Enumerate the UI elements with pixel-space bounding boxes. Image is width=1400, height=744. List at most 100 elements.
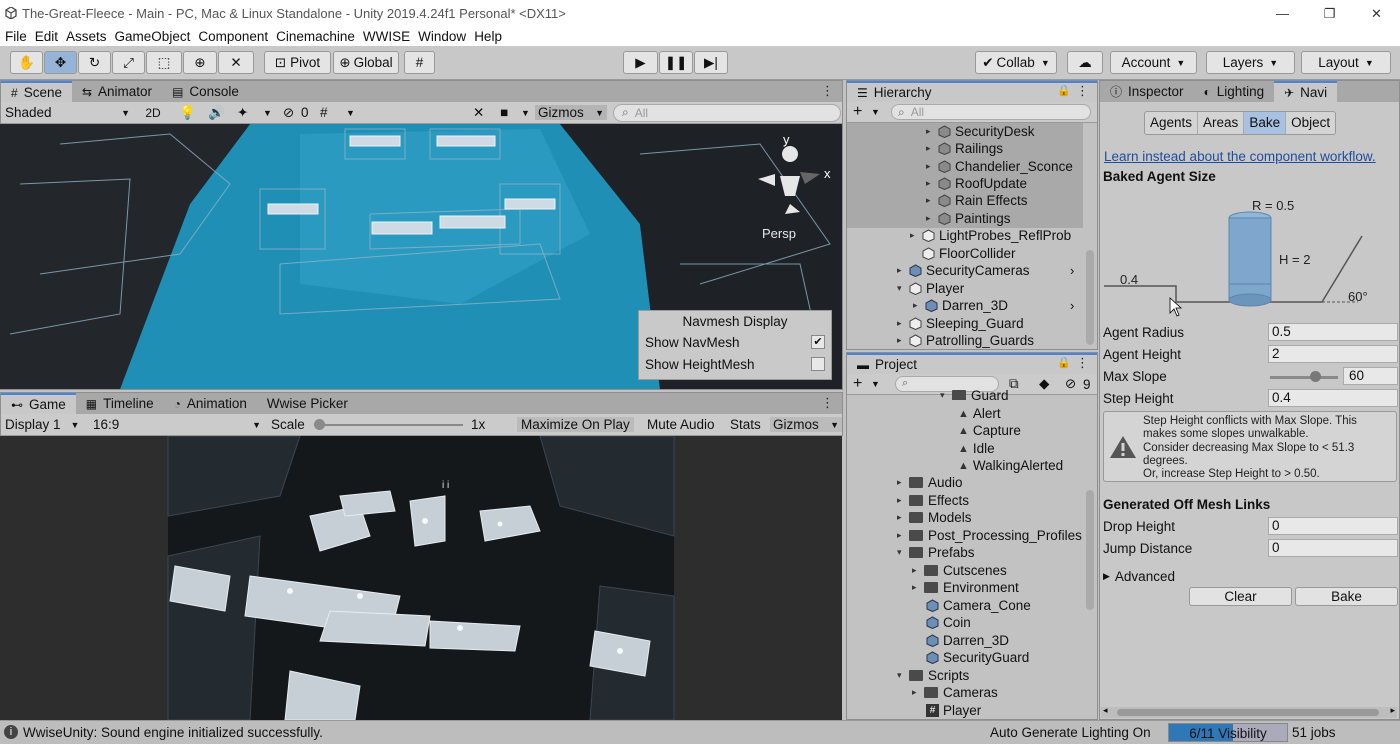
effects-toggle-icon[interactable]: ✦ [237,105,248,121]
2d-toggle[interactable]: 2D [141,106,165,120]
project-item[interactable]: ▾ Prefabs [897,544,975,561]
project-item[interactable]: ▸ Environment [912,579,1019,596]
scene-menu-icon[interactable]: ⋮ [821,83,834,99]
aspect-dropdown[interactable]: 16:9 ▼ [93,417,261,432]
menu-component[interactable]: Component [198,29,268,44]
camera-icon[interactable]: ■ [500,105,508,120]
cloud-button[interactable]: ☁ [1067,51,1103,74]
hierarchy-search-input[interactable]: ⌕ All [891,104,1091,120]
hierarchy-scrollbar[interactable] [1086,250,1094,345]
show-navmesh-checkbox[interactable]: ✔ [811,335,825,349]
menu-assets[interactable]: Assets [66,29,107,44]
tab-lighting[interactable]: ◐ Lighting [1194,81,1275,102]
project-item[interactable]: ▲ Alert [958,405,1001,422]
project-item[interactable]: ▸ Models [897,509,972,526]
hierarchy-item[interactable]: ▸ SecurityDesk [926,123,1035,140]
menu-edit[interactable]: Edit [35,29,58,44]
progress-bar[interactable]: 6/11 Visibility [1168,723,1288,742]
project-item[interactable]: ▸ Effects [897,492,969,509]
project-item[interactable]: Coin [926,614,971,631]
create-dropdown-icon[interactable]: ▼ [871,107,880,117]
create-plus-icon[interactable]: + [853,375,862,393]
show-navmesh-row[interactable]: Show NavMesh ✔ [639,331,831,353]
subtab-areas[interactable]: Areas [1197,112,1243,134]
custom-tool-button[interactable]: ✕ [218,51,254,74]
gizmos-dropdown[interactable]: Gizmos ▼ [535,105,607,120]
hierarchy-item[interactable]: ▸ Patrolling_Guards [897,332,1034,349]
tab-inspector[interactable]: ⓘ Inspector [1100,81,1194,102]
scale-slider-handle[interactable] [314,419,325,430]
project-item[interactable]: Camera_Cone [926,597,1031,614]
maximize-button[interactable]: ❐ [1306,0,1353,27]
subtab-object[interactable]: Object [1285,112,1335,134]
hierarchy-item[interactable]: ▸ Rain Effects [926,192,1028,209]
project-item[interactable]: SecurityGuard [926,649,1029,666]
game-gizmos-dropdown[interactable]: Gizmos ▼ [770,417,842,432]
camera-dropdown-icon[interactable]: ▼ [521,108,530,118]
hierarchy-item[interactable]: ▸ SecurityCameras [897,262,1030,279]
close-button[interactable]: ✕ [1353,0,1400,27]
tab-console[interactable]: ▤ Console [162,81,249,102]
create-plus-icon[interactable]: + [853,103,862,121]
account-dropdown[interactable]: Account ▼ [1110,51,1197,74]
hierarchy-item[interactable]: ▸ Paintings [926,210,1011,227]
project-item[interactable]: ▲ Capture [958,422,1021,439]
transform-tool-button[interactable]: ⊕ [183,51,217,74]
move-tool-button[interactable]: ✥ [44,51,77,74]
project-item[interactable]: ▲ WalkingAlerted [958,457,1063,474]
lighting-toggle-icon[interactable]: 💡 [179,105,196,121]
project-menu-icon[interactable]: ⋮ [1076,355,1089,371]
inspector-horizontal-scrollbar[interactable]: ◂ ▸ [1101,705,1397,718]
hierarchy-menu-icon[interactable]: ⋮ [1076,83,1089,99]
scene-search-input[interactable]: ⌕ All [613,103,841,122]
menu-cinemachine[interactable]: Cinemachine [276,29,355,44]
play-button[interactable]: ▶ [623,51,658,74]
menu-help[interactable]: Help [474,29,502,44]
grid-toggle-icon[interactable]: # [320,105,328,120]
project-item[interactable]: ▲ Idle [958,440,995,457]
project-item[interactable]: Darren_3D [926,632,1009,649]
layout-dropdown[interactable]: Layout ▼ [1301,51,1391,74]
menu-file[interactable]: File [5,29,27,44]
hierarchy-item[interactable]: ▸ Chandelier_Sconce [926,158,1073,175]
show-heightmesh-row[interactable]: Show HeightMesh [639,353,831,375]
filter-type-icon[interactable]: ⧉ [1009,376,1019,392]
tab-navigation[interactable]: ✈ Navi [1274,81,1338,102]
hierarchy-item[interactable]: ▸ Railings [926,140,1003,157]
status-message[interactable]: WwiseUnity: Sound engine initialized suc… [23,725,323,740]
component-workflow-link[interactable]: Learn instead about the component workfl… [1104,149,1376,164]
subtab-agents[interactable]: Agents [1145,112,1197,134]
hierarchy-item[interactable]: ▸ Darren_3D [913,297,1008,314]
grid-dropdown-icon[interactable]: ▼ [346,108,355,118]
hidden-objects-icon[interactable]: ⊘ [283,105,294,121]
project-item[interactable]: ▸ Cameras [912,684,998,701]
global-toggle[interactable]: ⊕ Global [333,51,399,74]
stats-toggle[interactable]: Stats [727,417,764,432]
hierarchy-item[interactable]: ▸ Sleeping_Guard [897,315,1024,332]
maximize-on-play-toggle[interactable]: Maximize On Play [517,417,634,432]
chevron-right-icon[interactable]: › [1070,263,1074,278]
chevron-right-icon[interactable]: › [1070,298,1074,313]
tools-icon[interactable]: ✕ [473,105,484,121]
rect-tool-button[interactable]: ⬚ [146,51,182,74]
grid-snap-button[interactable]: # [404,51,435,74]
menu-gameobject[interactable]: GameObject [115,29,191,44]
pivot-toggle[interactable]: ⊡ Pivot [264,51,331,74]
layers-dropdown[interactable]: Layers ▼ [1206,51,1295,74]
drop-height-field[interactable]: 0 [1268,517,1398,535]
display-dropdown[interactable]: Display 1 ▼ [5,417,79,432]
menu-window[interactable]: Window [418,29,466,44]
step-button[interactable]: ▶| [694,51,728,74]
game-viewport[interactable]: i i [0,436,842,720]
hierarchy-item[interactable]: ▾ Player [897,280,964,297]
hierarchy-item[interactable]: ▸ RoofUpdate [926,175,1027,192]
create-dropdown-icon[interactable]: ▼ [871,379,880,389]
game-menu-icon[interactable]: ⋮ [821,395,834,411]
scene-viewport[interactable]: y x Persp Navmesh Display Show NavMesh ✔… [0,124,842,389]
project-item[interactable]: ▾ Guard [940,390,1009,400]
lock-icon[interactable]: 🔒 [1057,356,1071,369]
project-item[interactable]: ▸ Post_Processing_Profiles [897,527,1082,544]
project-item[interactable]: # Player [926,702,981,719]
subtab-bake[interactable]: Bake [1243,112,1286,134]
step-height-field[interactable]: 0.4 [1268,389,1398,407]
